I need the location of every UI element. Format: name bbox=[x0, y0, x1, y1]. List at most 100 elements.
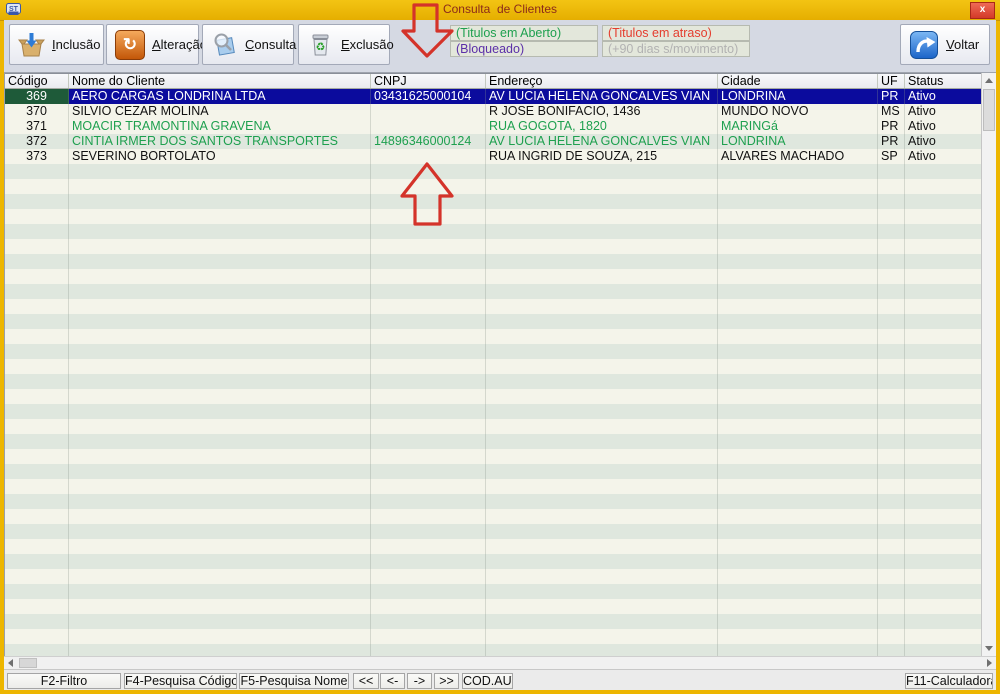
app-window: ST Consulta de Clientes x Inclusão ↻ bbox=[0, 0, 1000, 694]
nav-last-button[interactable]: >> bbox=[434, 673, 459, 689]
cell-nome: AERO CARGAS LONDRINA LTDA bbox=[69, 89, 371, 104]
exclusao-label: Exclusão bbox=[341, 37, 394, 52]
empty-row bbox=[5, 599, 982, 614]
cell-nome: MOACIR TRAMONTINA GRAVENA bbox=[69, 119, 371, 134]
cell-cidade: MARINGá bbox=[718, 119, 878, 134]
cell-codigo: 370 bbox=[5, 104, 69, 119]
cell-endereco: RUA INGRID DE SOUZA, 215 bbox=[486, 149, 718, 164]
cell-endereco: RUA GOGOTA, 1820 bbox=[486, 119, 718, 134]
alteracao-button[interactable]: ↻ Alteração bbox=[106, 24, 199, 65]
cell-cidade: LONDRINA bbox=[718, 134, 878, 149]
cod-aut-button[interactable]: COD.AUT. bbox=[462, 673, 513, 689]
voltar-label: Voltar bbox=[946, 37, 979, 52]
column-header-endereco[interactable]: Endereço bbox=[486, 74, 718, 88]
f2-filtro-button[interactable]: F2-Filtro bbox=[7, 673, 121, 689]
legend-bloqueado: (Bloqueado) bbox=[450, 41, 598, 57]
empty-row bbox=[5, 344, 982, 359]
scroll-down-button[interactable] bbox=[982, 641, 996, 656]
empty-row bbox=[5, 509, 982, 524]
f4-pesquisa-codigo-button[interactable]: F4-Pesquisa Código bbox=[124, 673, 237, 689]
nav-next-button[interactable]: -> bbox=[407, 673, 432, 689]
column-header-cnpj[interactable]: CNPJ bbox=[371, 74, 486, 88]
table-row-369[interactable]: 369AERO CARGAS LONDRINA LTDA034316250001… bbox=[5, 89, 982, 104]
table-body: 369AERO CARGAS LONDRINA LTDA034316250001… bbox=[5, 89, 982, 656]
nav-prev-button[interactable]: <- bbox=[380, 673, 405, 689]
cell-cnpj: 14896346000124 bbox=[371, 134, 486, 149]
f11-calculadora-button[interactable]: F11-Calculadora bbox=[905, 673, 993, 689]
legend-titulos-atraso: (Titulos em atraso) bbox=[602, 25, 750, 41]
cell-nome: SILVIO CEZAR MOLINA bbox=[69, 104, 371, 119]
table-row-373[interactable]: 373SEVERINO BORTOLATORUA INGRID DE SOUZA… bbox=[5, 149, 982, 164]
column-header-nome[interactable]: Nome do Cliente bbox=[69, 74, 371, 88]
horizontal-scroll-thumb[interactable] bbox=[19, 658, 37, 668]
cell-endereco: R JOSE BONIFACIO, 1436 bbox=[486, 104, 718, 119]
cell-endereco: AV LUCIA HELENA GONCALVES VIAN bbox=[486, 89, 718, 104]
box-arrow-down-icon bbox=[18, 31, 45, 58]
cell-codigo: 369 bbox=[5, 89, 69, 104]
window-title: Consulta de Clientes bbox=[0, 2, 1000, 16]
inclusao-label: Inclusão bbox=[52, 37, 100, 52]
scroll-right-button[interactable] bbox=[983, 657, 996, 669]
f5-pesquisa-nome-button[interactable]: F5-Pesquisa Nome bbox=[239, 673, 349, 689]
voltar-button[interactable]: Voltar bbox=[900, 24, 990, 65]
empty-row bbox=[5, 629, 982, 644]
cell-uf: PR bbox=[878, 119, 905, 134]
scroll-left-button[interactable] bbox=[4, 657, 17, 669]
cell-codigo: 371 bbox=[5, 119, 69, 134]
empty-row bbox=[5, 494, 982, 509]
vertical-scroll-thumb[interactable] bbox=[983, 89, 995, 131]
empty-row bbox=[5, 224, 982, 239]
cell-status: Ativo bbox=[905, 134, 982, 149]
consulta-label: Consulta bbox=[245, 37, 296, 52]
horizontal-scrollbar[interactable] bbox=[4, 656, 996, 669]
chevron-down-icon bbox=[985, 646, 993, 651]
table-row-371[interactable]: 371MOACIR TRAMONTINA GRAVENA RUA GOGOTA, … bbox=[5, 119, 982, 134]
close-button[interactable]: x bbox=[970, 2, 995, 19]
table-row-370[interactable]: 370SILVIO CEZAR MOLINA R JOSE BONIFACIO, … bbox=[5, 104, 982, 119]
legend-titulos-aberto: (Titulos em Aberto) bbox=[450, 25, 598, 41]
cell-cnpj bbox=[371, 119, 486, 134]
empty-row bbox=[5, 389, 982, 404]
bottom-bar: F11-Calculadora F2-FiltroF4-Pesquisa Cód… bbox=[4, 669, 996, 690]
cell-cidade: LONDRINA bbox=[718, 89, 878, 104]
recycle-bin-icon: ♻ bbox=[307, 31, 334, 58]
cell-cidade: MUNDO NOVO bbox=[718, 104, 878, 119]
empty-row bbox=[5, 539, 982, 554]
empty-row bbox=[5, 464, 982, 479]
empty-row bbox=[5, 299, 982, 314]
empty-row bbox=[5, 584, 982, 599]
empty-row bbox=[5, 254, 982, 269]
nav-first-button[interactable]: << bbox=[353, 673, 379, 689]
empty-row bbox=[5, 449, 982, 464]
table-row-372[interactable]: 372CINTIA IRMER DOS SANTOS TRANSPORTES14… bbox=[5, 134, 982, 149]
column-header-status[interactable]: Status bbox=[905, 74, 982, 88]
consulta-button[interactable]: Consulta bbox=[202, 24, 294, 65]
column-header-codigo[interactable]: Código bbox=[5, 74, 69, 88]
exclusao-button[interactable]: ♻ Exclusão bbox=[298, 24, 390, 65]
empty-row bbox=[5, 269, 982, 284]
back-arrow-icon bbox=[909, 30, 939, 60]
cell-codigo: 373 bbox=[5, 149, 69, 164]
cell-cnpj bbox=[371, 104, 486, 119]
empty-row bbox=[5, 434, 982, 449]
title-bar: ST Consulta de Clientes x bbox=[0, 0, 1000, 21]
empty-row bbox=[5, 479, 982, 494]
inclusao-button[interactable]: Inclusão bbox=[9, 24, 104, 65]
cell-uf: PR bbox=[878, 89, 905, 104]
column-header-cidade[interactable]: Cidade bbox=[718, 74, 878, 88]
empty-row bbox=[5, 314, 982, 329]
table-header: CódigoNome do ClienteCNPJEndereçoCidadeU… bbox=[5, 73, 982, 89]
empty-row bbox=[5, 419, 982, 434]
cell-cnpj bbox=[371, 149, 486, 164]
empty-row bbox=[5, 359, 982, 374]
empty-row bbox=[5, 554, 982, 569]
scroll-up-button[interactable] bbox=[982, 73, 996, 88]
vertical-scrollbar[interactable] bbox=[981, 73, 996, 656]
empty-row bbox=[5, 644, 982, 656]
cell-uf: SP bbox=[878, 149, 905, 164]
empty-row bbox=[5, 164, 982, 179]
cell-nome: CINTIA IRMER DOS SANTOS TRANSPORTES bbox=[69, 134, 371, 149]
empty-row bbox=[5, 179, 982, 194]
alteracao-label: Alteração bbox=[152, 37, 207, 52]
column-header-uf[interactable]: UF bbox=[878, 74, 905, 88]
